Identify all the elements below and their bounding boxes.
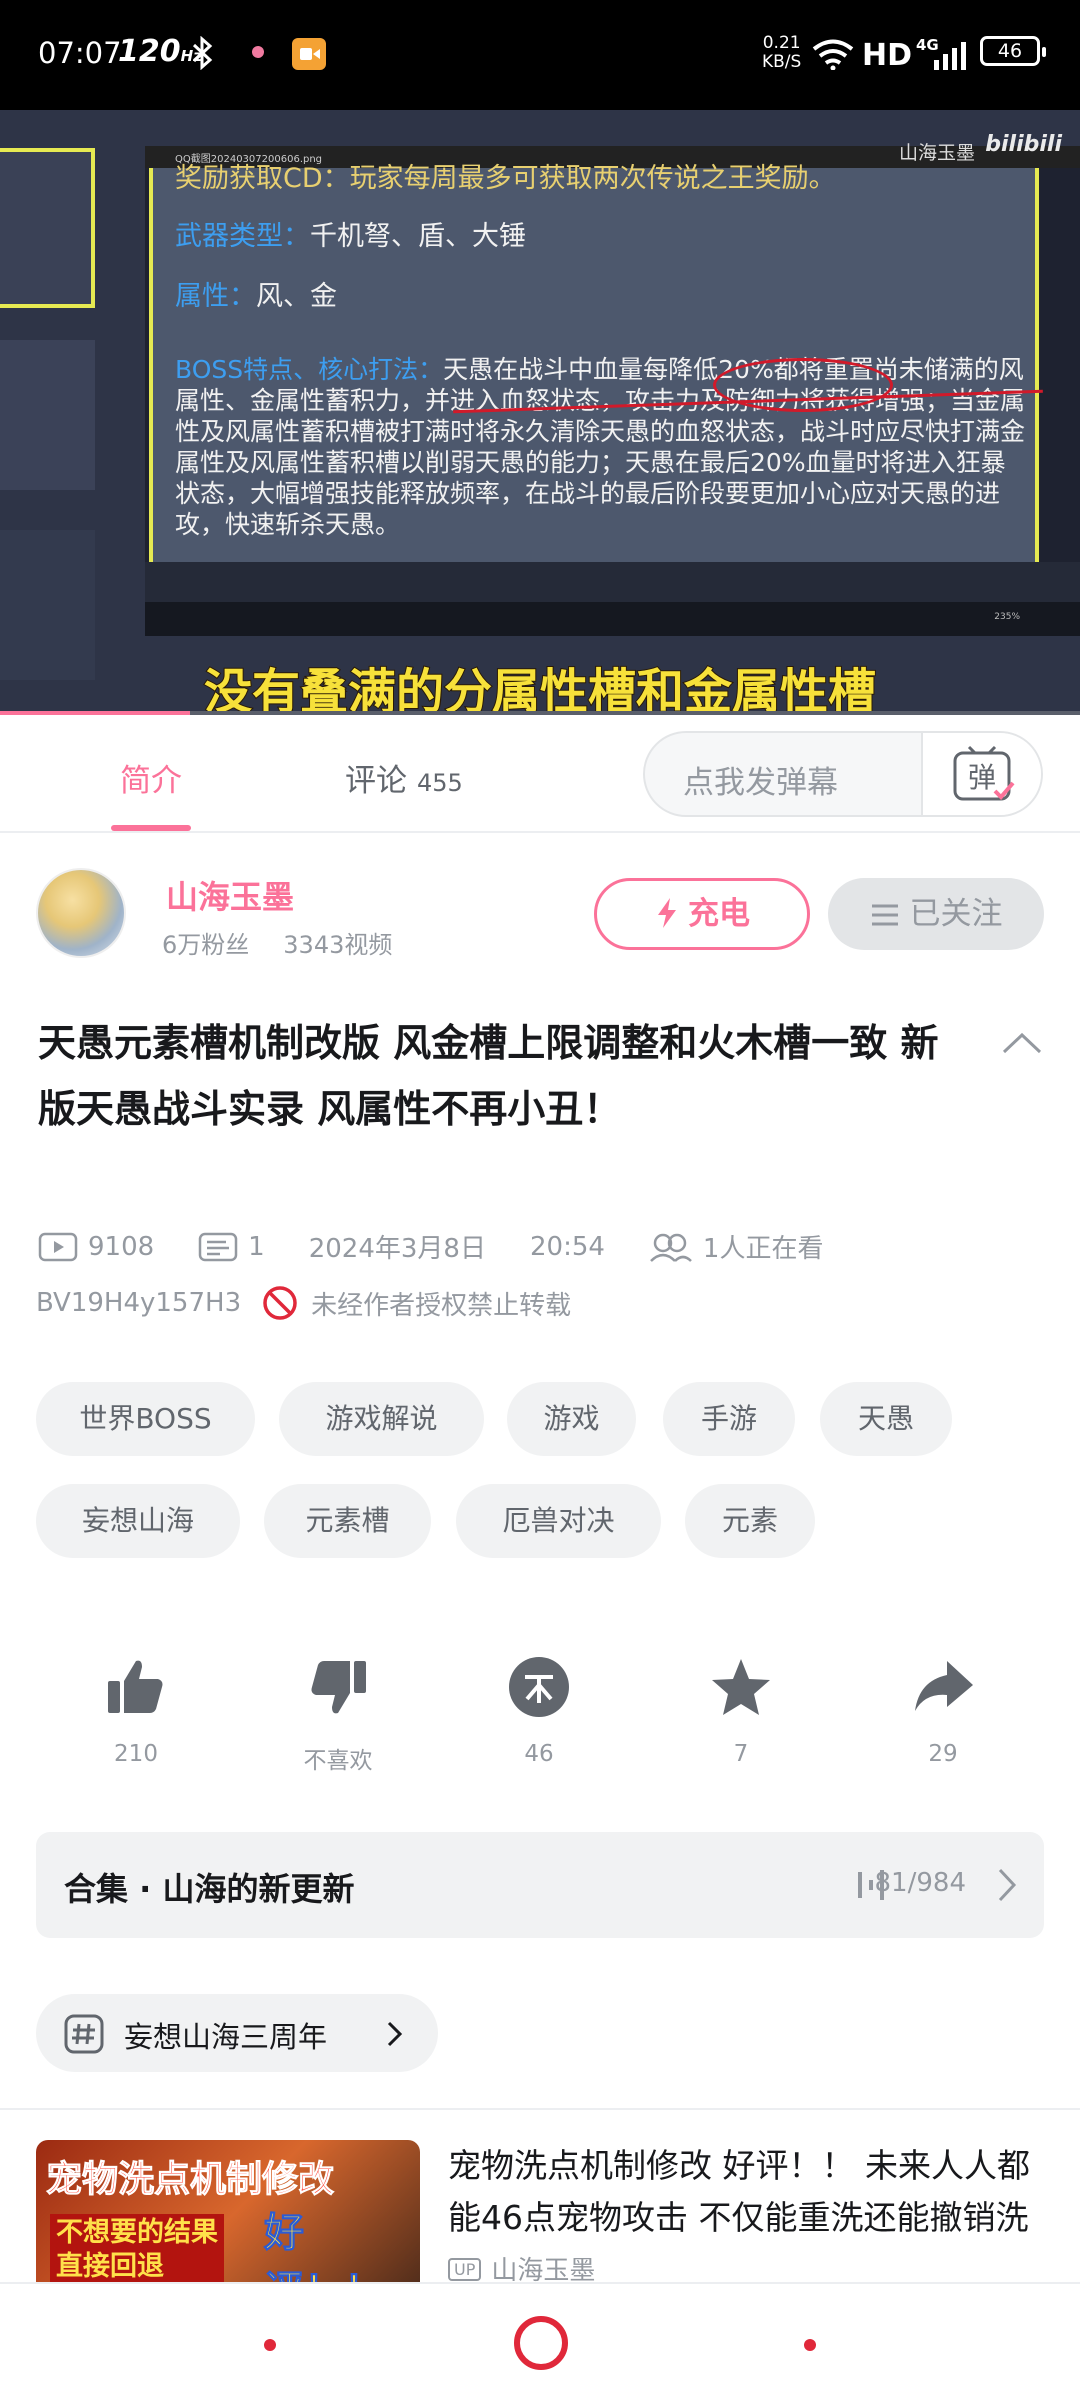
danmaku-count-icon [198, 1232, 238, 1261]
view-count: 9108 [88, 1231, 155, 1262]
signal-icon [934, 42, 966, 70]
thumbs-down-icon [311, 1661, 366, 1714]
hd-indicator: HD [862, 38, 913, 73]
section-divider [0, 2108, 1080, 2110]
video-subtitle: 没有叠满的分属性槽和金属性槽 [203, 663, 877, 715]
screen-record-icon [292, 38, 326, 70]
hashtag-icon [64, 2014, 104, 2054]
publish-date: 2024年3月8日 [308, 1234, 486, 1264]
video-count: 3343视频 [283, 931, 393, 959]
up-badge-icon: UP [448, 2258, 482, 2281]
danmaku-placeholder: 点我发弹幕 [683, 765, 838, 801]
share-arrow-icon [915, 1661, 973, 1711]
danmaku-count: 1 [248, 1231, 265, 1262]
annotation-circle [713, 358, 893, 412]
notification-dot-icon [252, 46, 264, 58]
status-bar: 07:07 120Hz 0.21 KB/S HD 4G 46 [0, 0, 1080, 110]
fans-count: 6万粉丝 [162, 931, 250, 959]
tag-item[interactable]: 游戏 [507, 1382, 636, 1456]
wifi-icon [812, 39, 854, 70]
nav-back-button[interactable] [804, 2339, 816, 2351]
video-screen-window: QQ截图20240307200606.png 奖励获取CD：玩家每周最多可获取两… [145, 146, 1080, 636]
chevron-right-icon [998, 1868, 1017, 1902]
window-statusbar: 235% [145, 602, 1080, 636]
coin-icon [509, 1657, 569, 1717]
menu-icon [871, 904, 898, 926]
collapse-chevron-icon[interactable] [1002, 1030, 1042, 1056]
tag-item[interactable]: 世界BOSS [36, 1382, 255, 1456]
tag-item[interactable]: 厄兽对决 [456, 1484, 661, 1558]
battery-indicator: 46 [980, 36, 1046, 66]
watching-icon [650, 1233, 692, 1262]
video-watermark: 山海玉墨 [898, 142, 975, 164]
uploader-stats: 6万粉丝 3343视频 [162, 925, 426, 960]
thumbs-up-icon [108, 1660, 163, 1713]
slide-boss-text: BOSS特点、核心打法：天愚在战斗中血量每降低20%都将重置尚未储满的风属性、金… [175, 355, 1026, 539]
tag-item[interactable]: 游戏解说 [279, 1382, 484, 1456]
video-meta: 9108 1 2024年3月8日 20:54 1人正在看 [38, 1228, 823, 1265]
charge-button[interactable]: 充电 [594, 878, 810, 950]
tag-item[interactable]: 妄想山海 [36, 1484, 240, 1558]
tag-item[interactable]: 元素槽 [264, 1484, 431, 1558]
uploader-avatar[interactable] [36, 868, 126, 958]
tag-item[interactable]: 手游 [663, 1382, 795, 1456]
topic-chip[interactable]: 妄想山海三周年 [36, 1994, 438, 2072]
slide-line: 奖励获取CD：玩家每周最多可获取两次传说之王奖励。 [175, 163, 836, 194]
tag-item[interactable]: 天愚 [820, 1382, 952, 1456]
video-bg-panel [0, 148, 95, 308]
star-icon [712, 1659, 770, 1715]
topic-label: 妄想山海三周年 [124, 2020, 328, 2054]
uploader-name[interactable]: 山海玉墨 [166, 872, 294, 918]
video-title: 天愚元素槽机制改版 风金槽上限调整和火木槽一致 新版天愚战斗实录 风属性不再小丑… [38, 1021, 939, 1131]
bvid[interactable]: BV19H4y157H3 [36, 1288, 241, 1318]
bluetooth-icon [192, 36, 213, 70]
collection-progress: 81/984 [874, 1868, 966, 1898]
thumb-text: 宠物洗点机制修改 [45, 2159, 335, 2201]
copyright-notice: 未经作者授权禁止转载 [311, 1290, 572, 1321]
video-bg-panel [0, 340, 95, 490]
nav-menu-button[interactable] [264, 2339, 276, 2351]
collection-name: 合集 · 山海的新更新 [64, 1870, 355, 1908]
video-slide: 奖励获取CD：玩家每周最多可获取两次传说之王奖励。 武器类型：千机弩、盾、大锤 … [149, 163, 1043, 562]
tab-intro[interactable]: 简介 [120, 755, 182, 800]
chevron-right-icon [387, 2021, 403, 2047]
video-id-row: BV19H4y157H3 未经作者授权禁止转载 [36, 1284, 571, 1322]
follow-button[interactable]: 已关注 [828, 878, 1044, 950]
status-time: 07:07 [38, 36, 122, 70]
publish-time: 20:54 [529, 1231, 605, 1262]
action-bar: 210 不喜欢 46 7 29 [0, 1655, 1080, 1795]
tab-indicator [111, 825, 191, 831]
danmaku-input[interactable]: 点我发弹幕 弹 [643, 731, 1043, 817]
nav-home-button[interactable] [514, 2316, 568, 2370]
net-speed: 0.21 KB/S [762, 33, 802, 72]
play-count-icon [38, 1232, 78, 1261]
slide-line: 武器类型：千机弩、盾、大锤 [175, 221, 526, 252]
collection-entry[interactable]: 合集 · 山海的新更新 81/984 [36, 1832, 1044, 1938]
system-nav-bar [0, 2282, 1080, 2400]
tag-item[interactable]: 元素 [685, 1484, 815, 1558]
video-player[interactable]: QQ截图20240307200606.png 奖励获取CD：玩家每周最多可获取两… [0, 110, 1080, 715]
bilibili-logo: bilibili [985, 132, 1062, 157]
lightning-icon [658, 898, 676, 928]
recommend-title[interactable]: 宠物洗点机制修改 好评！！ 未来人人都能46点宠物攻击 不仅能重洗还能撤销洗点 [448, 2140, 1048, 2244]
thumb-text: 不想要的结果 直接回退 [50, 2214, 224, 2286]
svg-text:弹: 弹 [968, 761, 996, 794]
watching-count: 1人正在看 [702, 1234, 824, 1264]
tab-bar: 简介 评论 455 点我发弹幕 弹 [0, 715, 1080, 833]
slide-line: 属性：风、金 [175, 281, 337, 312]
no-repost-icon [263, 1286, 297, 1320]
recommend-thumbnail[interactable]: 宠物洗点机制修改 不想要的结果直接回退 好评！！ [36, 2140, 420, 2300]
danmaku-toggle-button[interactable]: 弹 [921, 733, 1041, 815]
danmaku-icon: 弹 [953, 745, 1015, 801]
tab-comments[interactable]: 评论 455 [345, 755, 463, 800]
